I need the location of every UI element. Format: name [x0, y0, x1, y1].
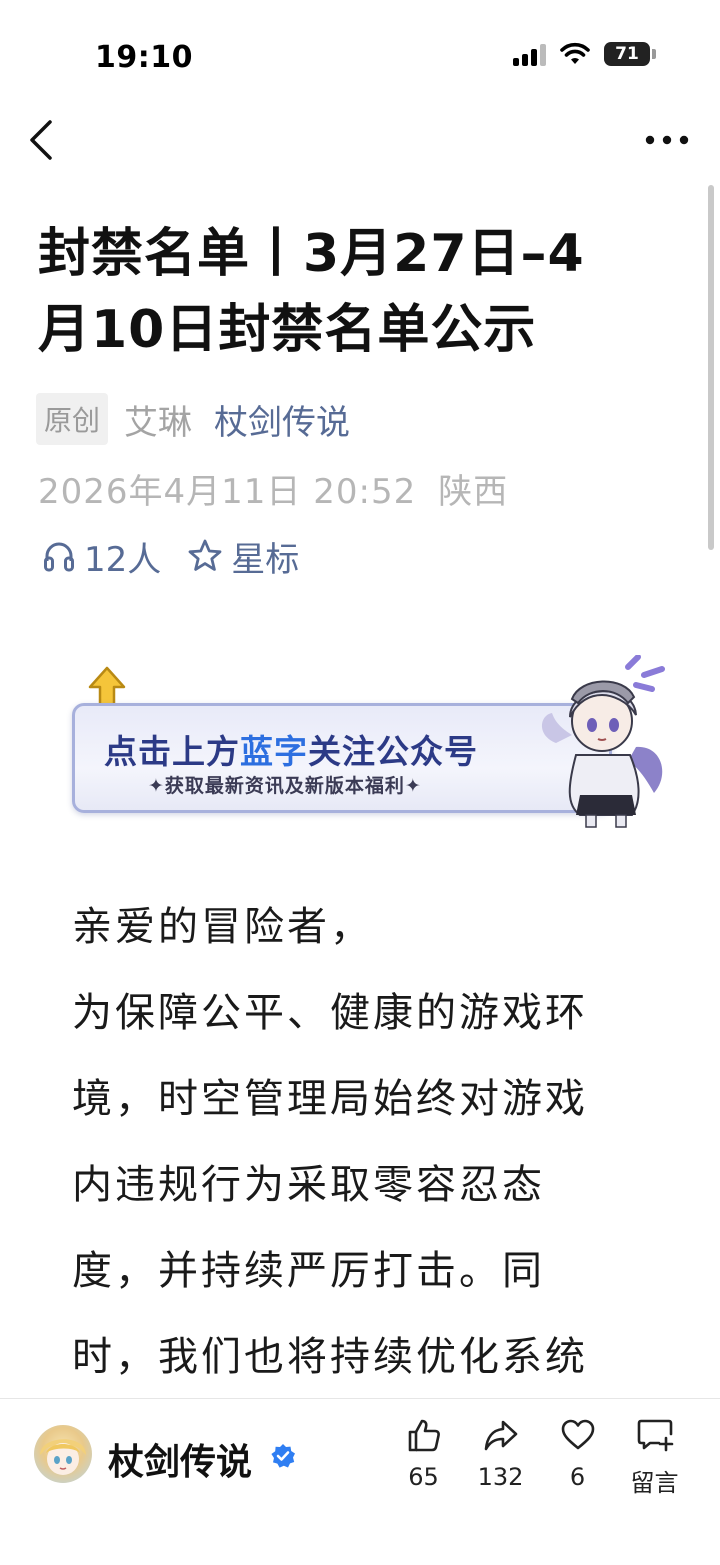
status-bar: 19:10 71	[0, 0, 720, 110]
banner-headline: 点击上方蓝字关注公众号	[104, 725, 478, 773]
star-icon	[188, 539, 222, 571]
status-icons: 71	[513, 42, 656, 66]
battery-level: 71	[615, 44, 639, 64]
article-meta: 原创 艾琳 杖剑传说	[36, 393, 350, 445]
favorite-button[interactable]: 6	[539, 1417, 616, 1498]
mascot-illustration	[542, 655, 665, 828]
body-line: 时，我们也将持续优化系统	[72, 1334, 588, 1380]
publish-info: 2026年4月11日 20:52 陕西	[38, 464, 508, 513]
banner-headline-part2: 关注公众号	[308, 732, 478, 771]
article-title: 封禁名单丨3月27日–4 月10日封禁名单公示	[38, 216, 658, 368]
heart-icon	[561, 1419, 594, 1450]
headphones-icon	[44, 542, 74, 572]
share-button[interactable]: 132	[462, 1417, 539, 1498]
banner-headline-highlight: 蓝字	[240, 732, 308, 771]
account-avatar[interactable]	[34, 1425, 92, 1483]
thumbs-up-icon	[408, 1419, 440, 1452]
listen-count: 12人	[84, 539, 162, 580]
original-tag: 原创	[36, 393, 109, 445]
banner-headline-part1: 点击上方	[104, 732, 240, 771]
account-link[interactable]: 杖剑传说	[214, 395, 350, 444]
listen-button[interactable]: 12人	[42, 532, 161, 581]
listen-star-row: 12人 星标	[42, 532, 299, 580]
battery-icon: 71	[604, 42, 650, 66]
avatar-illustration	[40, 1439, 86, 1475]
share-count: 132	[477, 1463, 524, 1491]
back-button[interactable]	[24, 118, 64, 162]
follow-banner[interactable]: 点击上方蓝字关注公众号 ✦获取最新资讯及新版本福利✦	[66, 655, 686, 835]
cellular-signal-icon	[513, 42, 546, 66]
body-line: 内违规行为采取零容忍态	[72, 1162, 545, 1208]
article-title-line2: 月10日封禁名单公示	[38, 300, 537, 360]
bottom-account-name[interactable]: 杖剑传说	[108, 1433, 252, 1485]
star-label: 星标	[231, 539, 300, 580]
banner-subline: ✦获取最新资讯及新版本福利✦	[148, 775, 422, 797]
like-count: 65	[408, 1463, 439, 1491]
body-line: 为保障公平、健康的游戏环	[72, 990, 588, 1036]
more-button[interactable]	[644, 124, 690, 156]
comment-add-icon	[637, 1419, 673, 1452]
body-line: 度，并持续严厉打击。同	[72, 1248, 545, 1294]
chevron-left-icon	[30, 120, 52, 160]
like-button[interactable]: 65	[385, 1417, 462, 1498]
wifi-icon	[560, 42, 590, 64]
author-name: 艾琳	[124, 402, 193, 443]
article-body: 亲爱的冒险者， 为保障公平、健康的游戏环 境，时空管理局始终对游戏 内违规行为采…	[72, 884, 652, 1400]
scrollbar[interactable]	[708, 185, 714, 550]
star-button[interactable]: 星标	[187, 532, 299, 581]
body-line: 境，时空管理局始终对游戏	[72, 1076, 588, 1122]
publish-date: 2026年4月11日 20:52	[38, 472, 417, 512]
comment-label: 留言	[630, 1469, 679, 1497]
publish-location: 陕西	[438, 472, 509, 512]
more-horizontal-icon	[645, 135, 689, 145]
status-time: 19:10	[95, 40, 193, 75]
verified-badge-icon	[271, 1444, 295, 1468]
favorite-count: 6	[569, 1463, 586, 1491]
comment-button[interactable]: 留言	[616, 1417, 693, 1498]
article-title-line1: 封禁名单丨3月27日–4	[38, 224, 585, 284]
body-line: 亲爱的冒险者，	[72, 904, 373, 950]
article-actions: 65 132 6 留言	[385, 1417, 693, 1498]
share-icon	[484, 1420, 517, 1451]
bottom-toolbar: 杖剑传说 65 132 6 留言	[0, 1398, 720, 1565]
